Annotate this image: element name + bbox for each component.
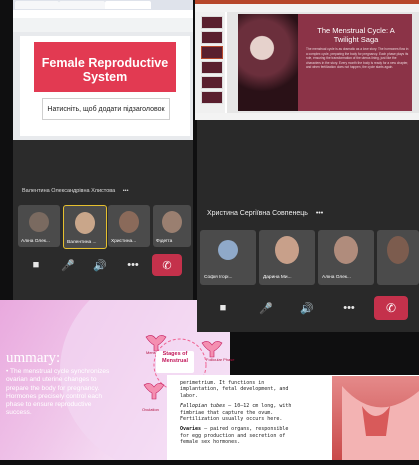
avatar <box>218 240 238 260</box>
browser-tab-active[interactable] <box>105 1 151 9</box>
end-call-button[interactable]: ✆ <box>374 296 408 320</box>
avatar <box>334 236 358 264</box>
ppt-slide-text[interactable]: The menstrual cycle is as dramatic as a … <box>306 47 410 70</box>
speaker-button[interactable]: 🔊 <box>92 259 108 272</box>
avatar <box>29 212 49 232</box>
microphone-button[interactable]: 🎤 <box>60 259 76 272</box>
participant-tile[interactable] <box>377 230 419 285</box>
summary-title: ummary: <box>6 350 61 366</box>
slide-thumbnail-active[interactable] <box>201 46 223 59</box>
ppt-statusbar <box>195 113 419 120</box>
annotation-follicular: Follicular Phase <box>206 357 235 362</box>
camera-button[interactable]: ■ <box>215 302 231 314</box>
slide-thumbnail[interactable] <box>201 16 223 29</box>
ppt-ribbon <box>195 4 419 12</box>
participant-tile-speaking[interactable]: Валентина ... <box>63 205 107 249</box>
more-options-button[interactable]: ••• <box>316 210 323 217</box>
more-options-button[interactable]: ••• <box>123 188 129 194</box>
presenter-label: Христина Сергіївна Совпенець <box>207 210 308 217</box>
participant-tile[interactable]: Фідеїта <box>153 205 191 247</box>
participant-name: Софія Ігорі... <box>204 275 233 280</box>
end-call-button[interactable]: ✆ <box>152 254 182 276</box>
participant-tile[interactable]: Аліна Олек... <box>318 230 374 285</box>
slide-thumbnail[interactable] <box>201 31 223 44</box>
participant-name: Фідеїта <box>156 239 173 244</box>
uterus-illustration <box>332 376 419 461</box>
presenter-name: Христина Сергіївна Совпенець ••• <box>207 210 323 217</box>
presenter-name: Валентина Олександрівна Хлистова ••• <box>22 188 129 194</box>
summary-body: • The menstrual cycle synchronizes ovari… <box>6 368 110 417</box>
speaker-button[interactable]: 🔊 <box>299 302 315 315</box>
doc-ovaries-label: Ovaries <box>180 426 202 433</box>
avatar <box>387 236 409 264</box>
participant-name: Христина... <box>111 239 137 244</box>
ppt-slide-title[interactable]: The Menstrual Cycle: A Twilight Saga <box>306 26 406 44</box>
slide-thumbnail[interactable] <box>201 76 223 89</box>
subtitle-placeholder[interactable]: Натисніть, щоб додати підзаголовок <box>42 98 170 120</box>
participant-name: Валентина ... <box>67 240 97 245</box>
uterus-icon <box>342 386 419 461</box>
doc-line-1: perimetrium. It functions in implantatio… <box>180 380 289 399</box>
more-button[interactable]: ••• <box>124 259 142 271</box>
more-button[interactable]: ••• <box>340 302 358 314</box>
participant-tile[interactable]: Христина... <box>108 205 150 247</box>
slides-toolbar <box>13 18 193 32</box>
participant-name: Дарина Ми... <box>263 275 292 280</box>
participant-tile[interactable]: Дарина Ми... <box>259 230 315 285</box>
avatar <box>75 212 95 234</box>
participant-tile[interactable]: Софія Ігорі... <box>200 230 256 285</box>
twilight-image <box>238 14 298 111</box>
camera-button[interactable]: ■ <box>28 259 44 271</box>
doc-tubes-label: Fallopian tubes <box>180 403 226 410</box>
slide-thumbnail[interactable] <box>201 91 223 104</box>
avatar <box>162 211 182 233</box>
avatar <box>119 211 139 233</box>
participant-tile[interactable]: Аліна Олек... <box>18 205 60 247</box>
annotation-ovulation: Ovulation <box>142 407 159 412</box>
participant-name: Аліна Олек... <box>21 239 50 244</box>
browser-tab[interactable] <box>59 1 105 9</box>
microphone-button[interactable]: 🎤 <box>258 302 274 315</box>
slide-title[interactable]: Female Reproductive System <box>34 56 176 84</box>
stages-card: Stages of Menstrual <box>156 351 194 373</box>
avatar <box>275 236 299 264</box>
doc-text: perimetrium. It functions in implantatio… <box>180 380 298 446</box>
participant-name: Аліна Олек... <box>322 275 351 280</box>
presenter-label: Валентина Олександрівна Хлистова <box>22 188 116 194</box>
browser-tab[interactable] <box>15 1 59 9</box>
slide-thumbnail[interactable] <box>201 61 223 74</box>
